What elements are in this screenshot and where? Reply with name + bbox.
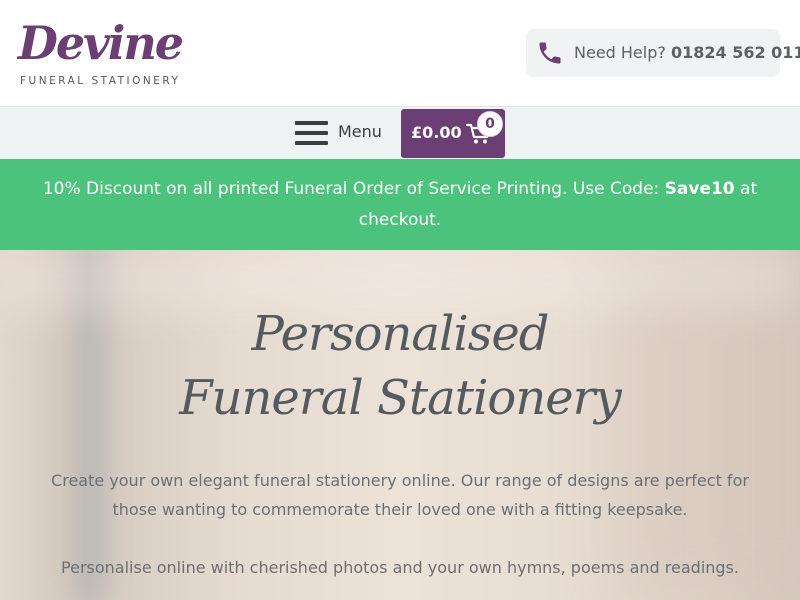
cart-count-badge: 0 <box>477 111 503 137</box>
menu-button[interactable]: Menu <box>295 119 395 147</box>
site-header: Devine FUNERAL STATIONERY Need Help? 018… <box>0 0 800 107</box>
hamburger-icon <box>295 121 328 145</box>
help-contact[interactable]: Need Help? 01824 562 011 <box>526 29 800 77</box>
logo-tagline: FUNERAL STATIONERY <box>20 75 181 87</box>
hero-title-line1: Personalised <box>251 306 549 362</box>
cart-total: £0.00 <box>411 123 462 142</box>
promo-code: Save10 <box>664 179 735 199</box>
hero-title-line2: Funeral Stationery <box>179 370 621 426</box>
hero-paragraph-2: Personalise online with cherished photos… <box>61 558 739 577</box>
logo[interactable]: Devine FUNERAL STATIONERY <box>18 14 184 94</box>
hero-title: Personalised Funeral Stationery <box>100 302 700 430</box>
help-label: Need Help? <box>574 43 666 62</box>
nav-bar: Menu <box>0 107 800 159</box>
menu-label: Menu <box>338 122 382 141</box>
logo-wordmark: Devine <box>18 16 184 70</box>
promo-text-before: 10% Discount on all printed Funeral Orde… <box>42 179 665 199</box>
phone-icon <box>539 42 561 64</box>
hero-section: Personalised Funeral Stationery Create y… <box>0 250 800 600</box>
help-phone-number[interactable]: 01824 562 011 <box>671 43 800 62</box>
promo-banner: 10% Discount on all printed Funeral Orde… <box>0 159 800 250</box>
help-text: Need Help? 01824 562 011 <box>574 43 800 62</box>
hero-paragraph-1: Create your own elegant funeral statione… <box>51 471 749 519</box>
hero-background-top <box>0 250 800 310</box>
promo-text: 10% Discount on all printed Funeral Orde… <box>30 174 770 236</box>
